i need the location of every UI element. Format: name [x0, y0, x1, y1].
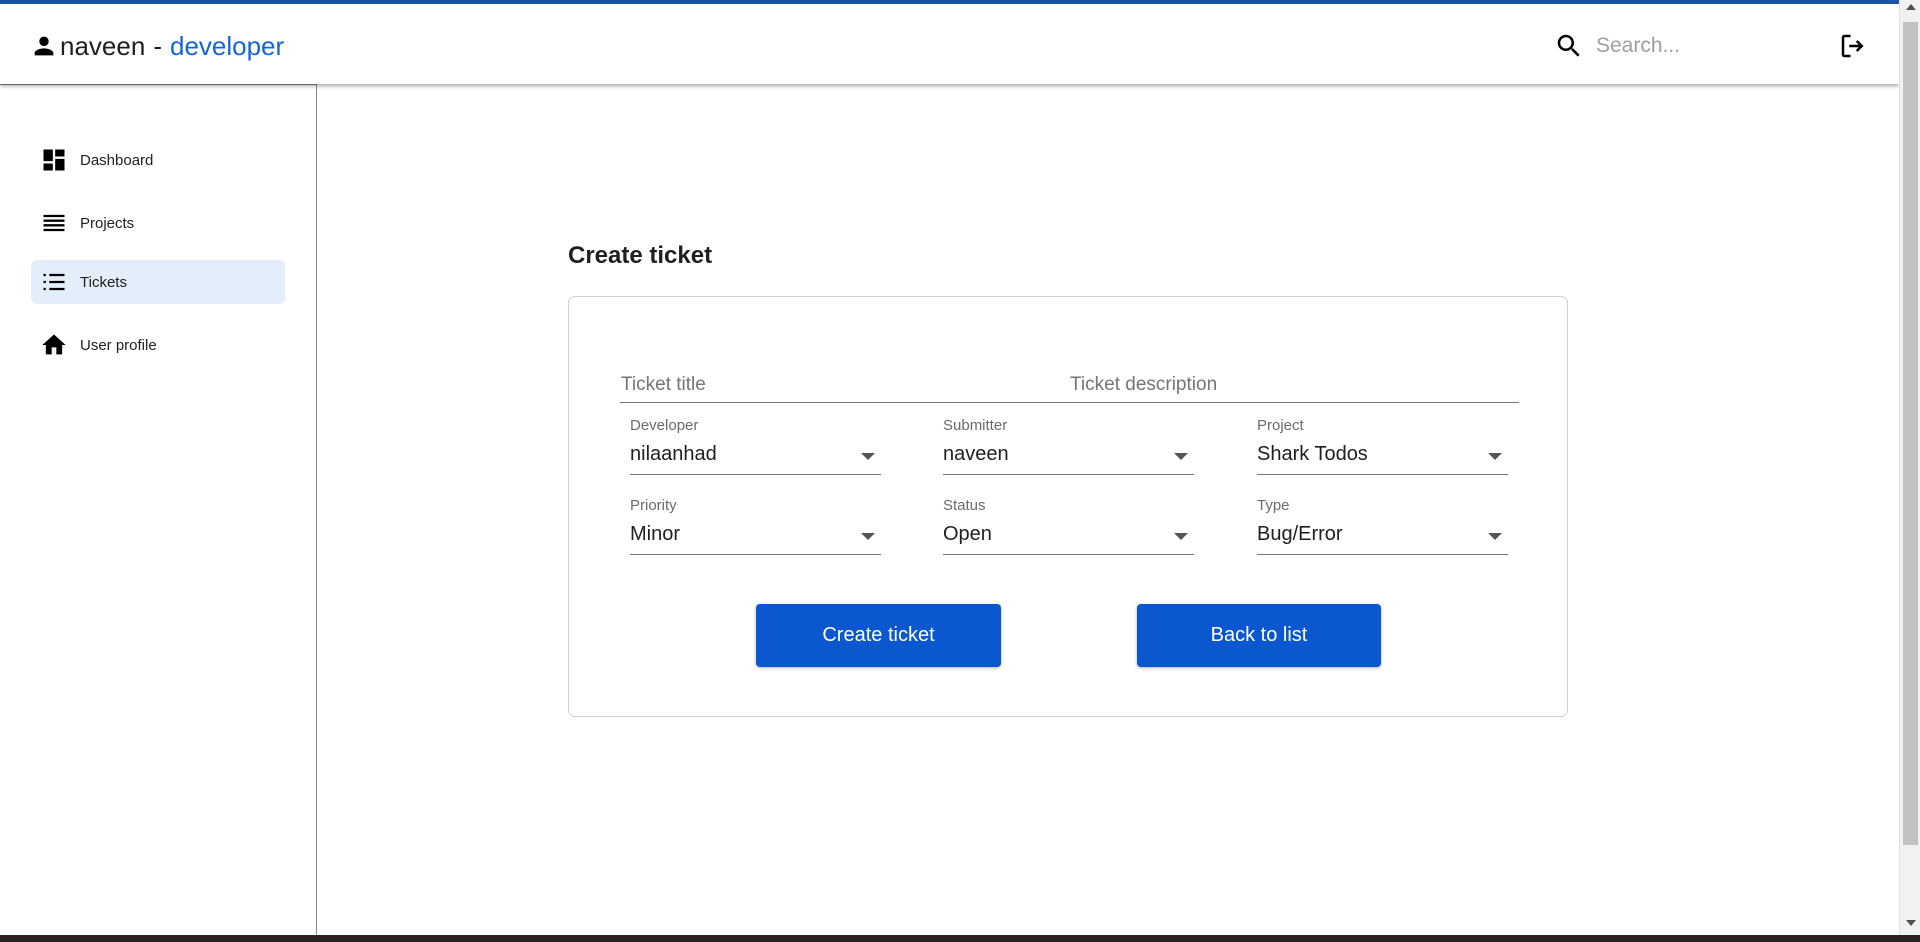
user-role-separator: - — [153, 31, 162, 61]
ticket-description-input[interactable] — [1070, 369, 1510, 401]
scroll-up-arrow-icon[interactable] — [1906, 4, 1916, 10]
person-icon — [34, 36, 54, 56]
bottom-edge-bar — [0, 935, 1920, 942]
select-value: Open — [943, 523, 992, 545]
select-underline — [1257, 554, 1508, 555]
ticket-title-input[interactable] — [620, 369, 1070, 401]
select-value: Shark Todos — [1257, 443, 1368, 465]
select-value: Bug/Error — [1257, 523, 1343, 545]
developer-select[interactable]: Developer nilaanhad — [630, 417, 881, 481]
user-role: developer — [169, 31, 285, 61]
select-value: Minor — [630, 523, 681, 545]
select-underline — [943, 554, 1194, 555]
select-label: Type — [1257, 497, 1290, 514]
caret-down-icon — [1174, 533, 1188, 540]
priority-select[interactable]: Priority Minor — [630, 497, 881, 561]
scroll-down-arrow-icon[interactable] — [1906, 920, 1916, 926]
caret-down-icon — [861, 533, 875, 540]
select-label: Priority — [630, 497, 677, 514]
select-label: Developer — [630, 417, 699, 434]
user-info: naveen - developer — [30, 30, 284, 62]
home-icon — [42, 334, 66, 355]
select-label: Project — [1257, 417, 1304, 434]
dashboard-icon — [43, 149, 65, 171]
sidebar-item-projects[interactable]: Projects — [31, 201, 285, 245]
type-select[interactable]: Type Bug/Error — [1257, 497, 1508, 561]
list-lines-icon — [43, 214, 65, 232]
sidebar-item-label: User profile — [80, 336, 157, 354]
caret-down-icon — [861, 453, 875, 460]
select-label: Status — [943, 497, 986, 514]
create-ticket-card: Developer nilaanhad Submitter naveen Pro… — [568, 296, 1568, 717]
select-value: nilaanhad — [630, 443, 717, 465]
sidebar: Dashboard Projects Tickets User profile — [0, 84, 317, 936]
caret-down-icon — [1488, 453, 1502, 460]
sidebar-item-label: Dashboard — [80, 151, 154, 169]
select-value: naveen — [943, 443, 1009, 465]
back-to-list-button[interactable]: Back to list — [1137, 604, 1381, 667]
project-select[interactable]: Project Shark Todos — [1257, 417, 1508, 481]
bulleted-list-icon — [43, 273, 65, 291]
search-input[interactable] — [1596, 34, 1756, 58]
logout-icon[interactable] — [1838, 31, 1868, 61]
sidebar-item-label: Tickets — [80, 273, 127, 291]
caret-down-icon — [1174, 453, 1188, 460]
select-underline — [630, 554, 881, 555]
status-select[interactable]: Status Open — [943, 497, 1194, 561]
submitter-select[interactable]: Submitter naveen — [943, 417, 1194, 481]
select-underline — [943, 474, 1194, 475]
username: naveen — [60, 31, 146, 61]
sidebar-item-tickets[interactable]: Tickets — [31, 260, 285, 304]
sidebar-item-user-profile[interactable]: User profile — [31, 323, 285, 367]
page-title: Create ticket — [568, 242, 713, 269]
ticket-text-fields — [620, 369, 1519, 403]
scrollbar-thumb[interactable] — [1903, 22, 1918, 845]
search-box — [1554, 26, 1764, 66]
select-label: Submitter — [943, 417, 1008, 434]
sidebar-item-label: Projects — [80, 214, 135, 232]
select-underline — [1257, 474, 1508, 475]
app-root: naveen - developer Dashboard Projects Ti… — [0, 0, 1920, 942]
sidebar-item-dashboard[interactable]: Dashboard — [31, 138, 285, 182]
select-underline — [630, 474, 881, 475]
app-header: naveen - developer — [0, 4, 1899, 84]
vertical-scrollbar[interactable] — [1899, 0, 1920, 935]
caret-down-icon — [1488, 533, 1502, 540]
create-ticket-button[interactable]: Create ticket — [756, 604, 1001, 667]
search-icon[interactable] — [1554, 31, 1584, 61]
